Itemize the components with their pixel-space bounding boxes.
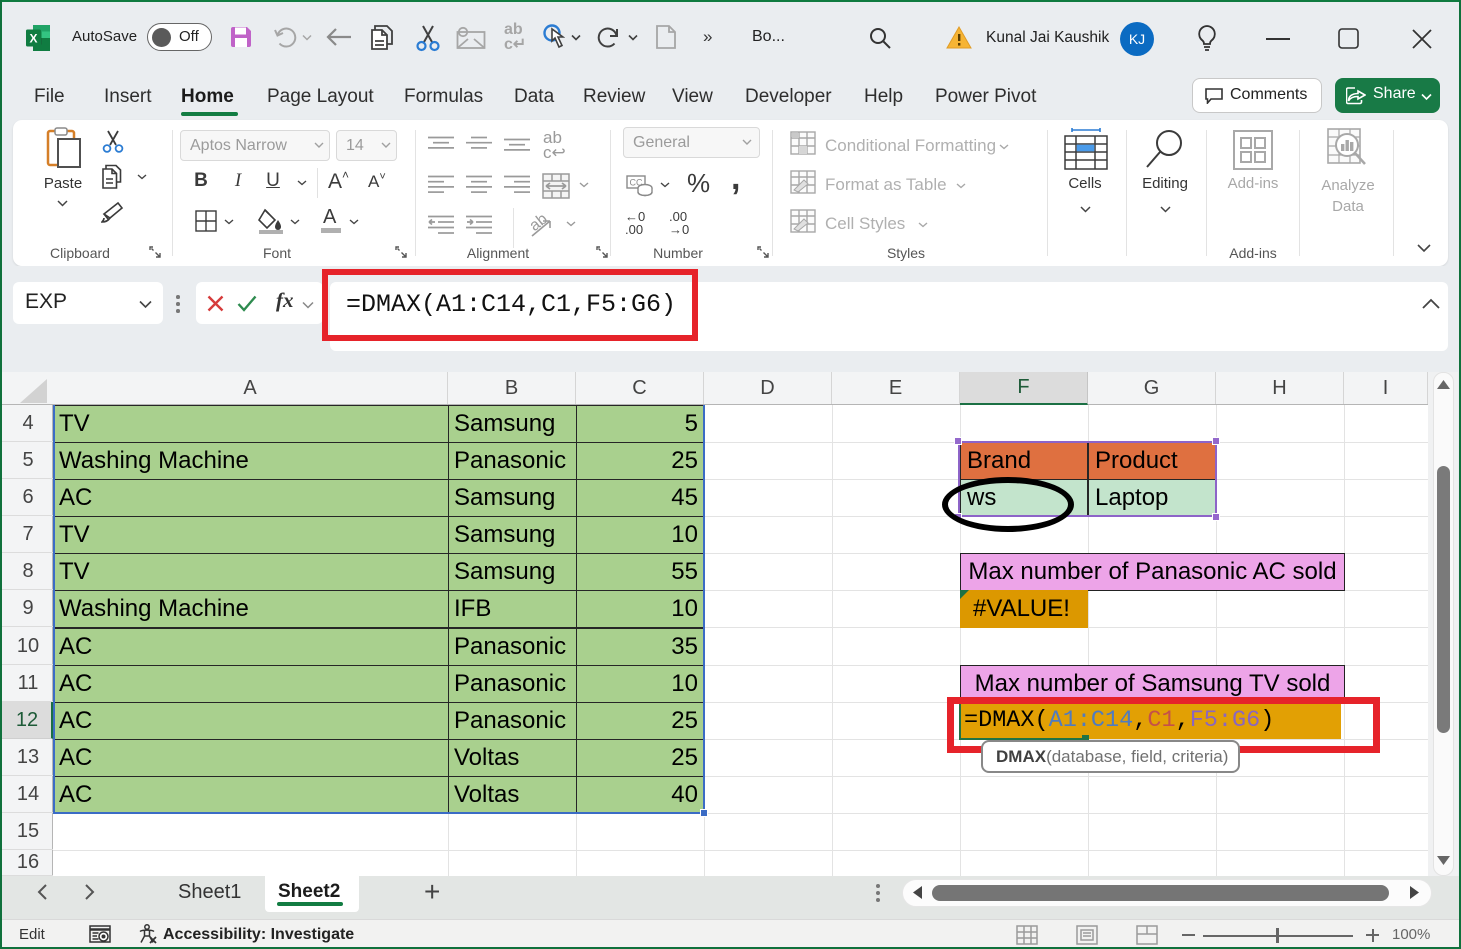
svg-text:X: X bbox=[29, 32, 37, 46]
